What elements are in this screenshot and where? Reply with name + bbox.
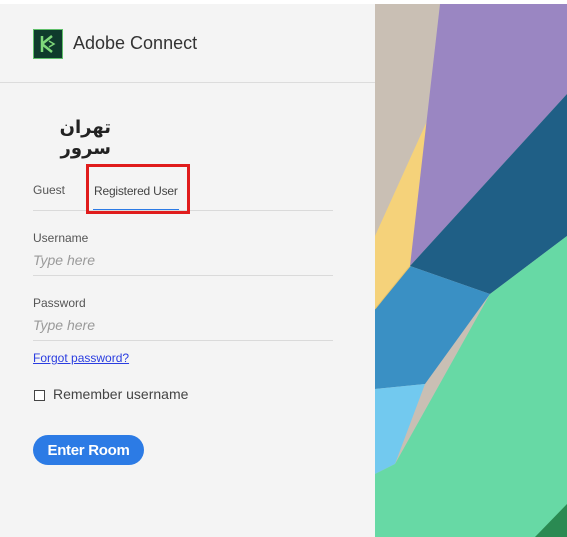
tab-registered-user[interactable]: Registered User bbox=[93, 172, 179, 210]
tabs-divider bbox=[33, 210, 333, 211]
password-underline bbox=[33, 340, 333, 341]
tab-guest[interactable]: Guest bbox=[33, 183, 65, 197]
username-underline bbox=[33, 275, 333, 276]
tab-registered-user-label: Registered User bbox=[94, 184, 178, 198]
username-input[interactable] bbox=[33, 250, 333, 270]
password-input[interactable] bbox=[33, 315, 333, 335]
remember-username-checkbox[interactable] bbox=[34, 390, 45, 401]
adobe-connect-logo-icon bbox=[33, 29, 63, 59]
enter-room-button[interactable]: Enter Room bbox=[33, 435, 144, 465]
app-title: Adobe Connect bbox=[73, 33, 198, 53]
forgot-password-link[interactable]: Forgot password? bbox=[33, 351, 129, 365]
header: Adobe Connect bbox=[0, 4, 375, 83]
remember-username-label: Remember username bbox=[53, 386, 189, 402]
decorative-background-art bbox=[375, 4, 567, 537]
password-label: Password bbox=[33, 296, 86, 310]
username-label: Username bbox=[33, 231, 89, 245]
room-name: تهران سرور bbox=[59, 117, 111, 159]
login-panel: Adobe Connect تهران سرور Guest Registere… bbox=[0, 4, 375, 537]
